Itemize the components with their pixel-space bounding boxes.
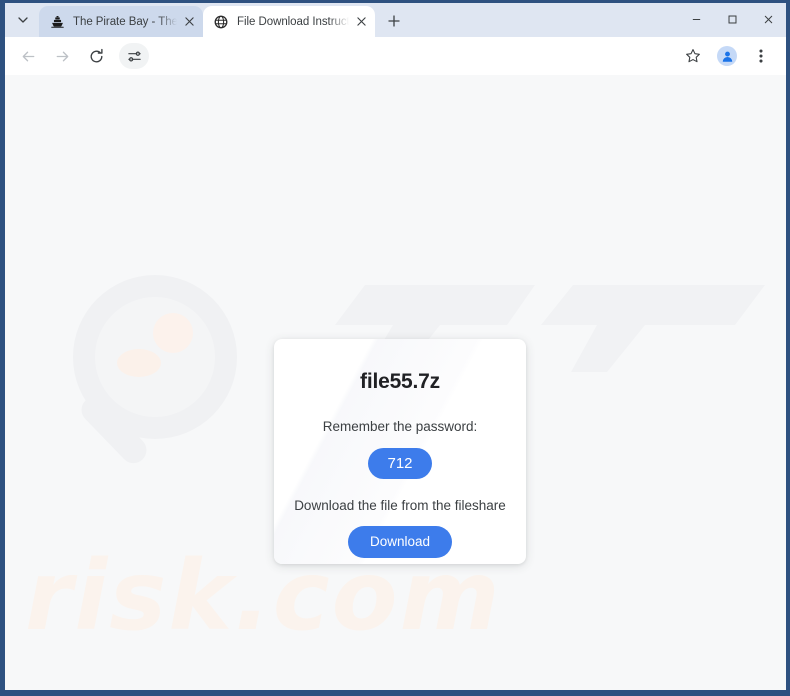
tab-close-icon[interactable] <box>181 14 197 30</box>
forward-arrow-icon[interactable] <box>48 42 76 70</box>
page-viewport: risk.com file55.7z Remember the password… <box>5 75 786 690</box>
password-instruction-label: Remember the password: <box>322 419 478 434</box>
tab-title: The Pirate Bay - The galaxy's m <box>73 15 177 28</box>
tab-file-download-instructions[interactable]: File Download Instructions for <box>203 6 375 37</box>
tab-strip: The Pirate Bay - The galaxy's m File D <box>5 3 786 37</box>
star-icon[interactable] <box>679 42 707 70</box>
download-button[interactable]: Download <box>347 526 453 558</box>
tab-close-icon[interactable] <box>353 14 369 30</box>
globe-icon <box>213 14 229 30</box>
magnifier-watermark-icon <box>67 271 243 501</box>
avatar <box>717 46 737 66</box>
tune-sliders-icon[interactable] <box>119 43 149 69</box>
file-name-title: file55.7z <box>360 370 440 393</box>
close-button[interactable] <box>750 4 786 34</box>
window-controls <box>678 3 786 35</box>
password-value-pill[interactable]: 712 <box>368 448 432 479</box>
address-bar-input[interactable] <box>155 43 670 69</box>
browser-window: The Pirate Bay - The galaxy's m File D <box>5 3 786 690</box>
download-instruction-label: Download the file from the fileshare <box>294 498 506 513</box>
new-tab-button[interactable] <box>380 7 408 35</box>
three-dot-menu-icon[interactable] <box>747 42 775 70</box>
tab-pirate-bay[interactable]: The Pirate Bay - The galaxy's m <box>39 6 203 37</box>
minimize-button[interactable] <box>678 4 714 34</box>
back-arrow-icon[interactable] <box>14 42 42 70</box>
browser-window-frame: The Pirate Bay - The galaxy's m File D <box>0 0 790 696</box>
reload-icon[interactable] <box>82 42 110 70</box>
profile-avatar-icon[interactable] <box>713 42 741 70</box>
download-instructions-card: file55.7z Remember the password: 712 Dow… <box>274 339 526 564</box>
tab-search-chevron-down-icon[interactable] <box>9 6 37 34</box>
tab-title: File Download Instructions for <box>237 15 349 28</box>
browser-toolbar <box>5 37 786 75</box>
maximize-button[interactable] <box>714 4 750 34</box>
ship-icon <box>49 14 65 30</box>
